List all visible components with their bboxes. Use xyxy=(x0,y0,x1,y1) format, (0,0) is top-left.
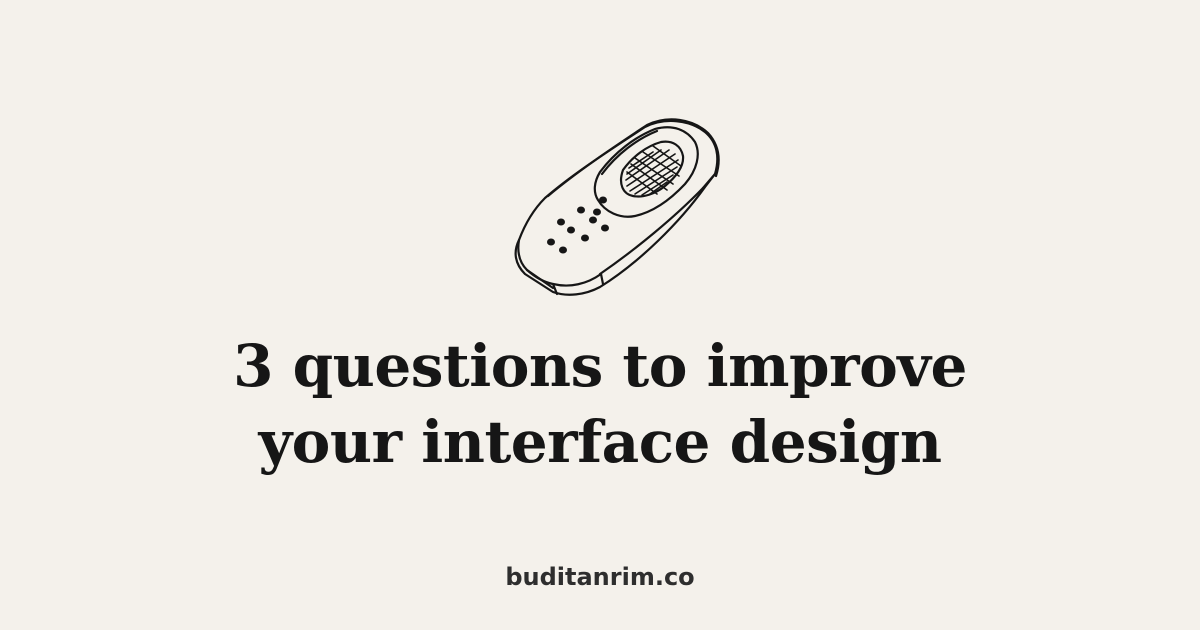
site-domain: buditanrim.co xyxy=(505,563,695,591)
mobile-phone-sketch-icon xyxy=(514,118,720,296)
social-card: 3 questions to improve your interface de… xyxy=(0,0,1200,630)
title-line-1: 3 questions to improve xyxy=(233,332,967,400)
title-line-2: your interface design xyxy=(258,408,942,476)
page-title: 3 questions to improve your interface de… xyxy=(0,328,1200,480)
